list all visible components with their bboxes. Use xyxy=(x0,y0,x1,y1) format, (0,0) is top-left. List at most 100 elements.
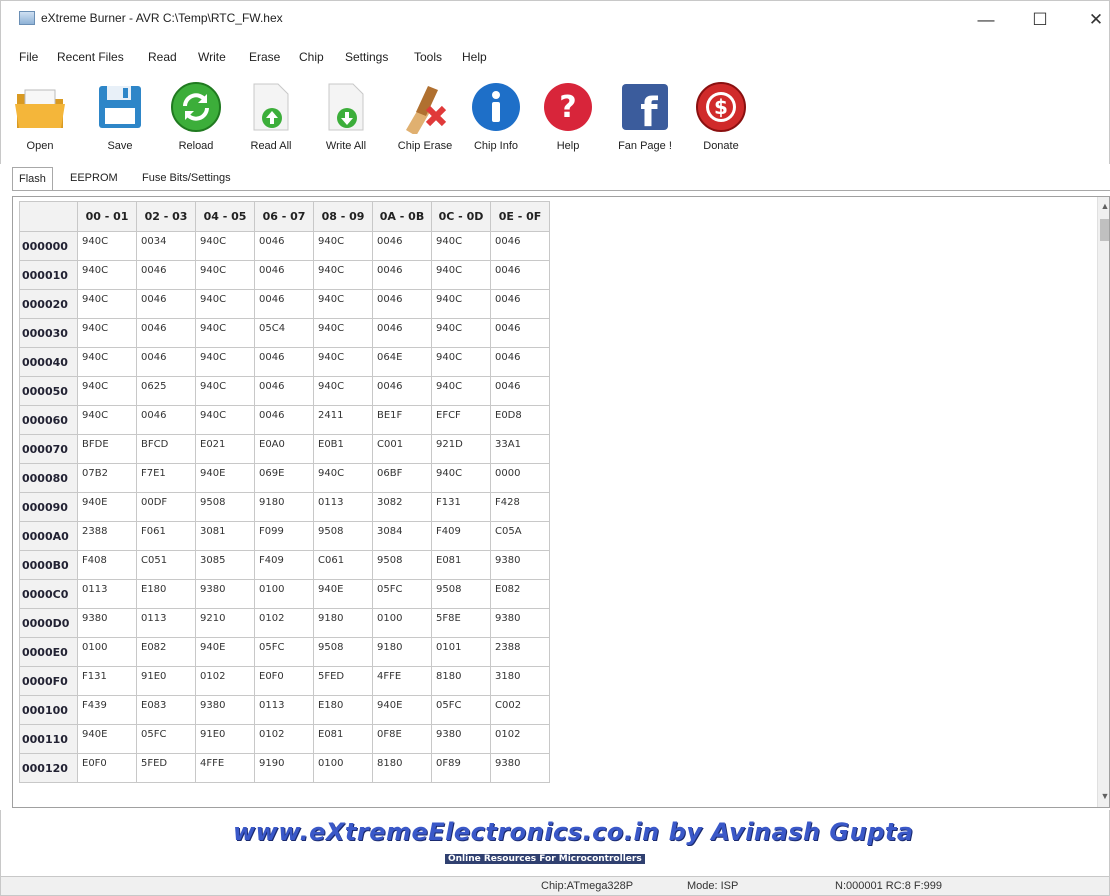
hex-cell[interactable]: 0100 xyxy=(313,753,373,783)
hex-cell[interactable]: 940C xyxy=(431,376,491,406)
menu-write[interactable]: Write xyxy=(198,50,226,64)
hex-cell[interactable]: E082 xyxy=(490,579,550,609)
maximize-button[interactable]: ☐ xyxy=(1017,7,1063,33)
hex-cell[interactable]: 940C xyxy=(77,405,137,435)
hex-cell[interactable]: 9508 xyxy=(372,550,432,580)
hex-cell[interactable]: 05C4 xyxy=(254,318,314,348)
hex-cell[interactable]: 940C xyxy=(195,260,255,290)
hex-cell[interactable]: F131 xyxy=(431,492,491,522)
hex-cell[interactable]: 3180 xyxy=(490,666,550,696)
hex-cell[interactable]: E082 xyxy=(136,637,196,667)
hex-cell[interactable]: 940C xyxy=(313,376,373,406)
hex-cell[interactable]: 9180 xyxy=(254,492,314,522)
hex-cell[interactable]: BFDE xyxy=(77,434,137,464)
hex-grid[interactable]: 00 - 01 02 - 03 04 - 05 06 - 07 08 - 09 0A - … xyxy=(19,201,550,783)
hex-cell[interactable]: F099 xyxy=(254,521,314,551)
hex-cell[interactable]: 3082 xyxy=(372,492,432,522)
menu-recent-files[interactable]: Recent Files xyxy=(57,50,124,64)
hex-cell[interactable]: 0046 xyxy=(254,405,314,435)
hex-cell[interactable]: 9508 xyxy=(313,521,373,551)
hex-cell[interactable]: 0102 xyxy=(254,608,314,638)
hex-cell[interactable]: 06BF xyxy=(372,463,432,493)
hex-cell[interactable]: 00DF xyxy=(136,492,196,522)
hex-cell[interactable]: BFCD xyxy=(136,434,196,464)
menu-chip[interactable]: Chip xyxy=(299,50,324,64)
hex-cell[interactable]: 4FFE xyxy=(372,666,432,696)
hex-cell[interactable]: 940C xyxy=(77,231,137,261)
hex-cell[interactable]: F7E1 xyxy=(136,463,196,493)
hex-cell[interactable]: 0F8E xyxy=(372,724,432,754)
hex-cell[interactable]: 07B2 xyxy=(77,463,137,493)
hex-cell[interactable]: 9380 xyxy=(195,579,255,609)
read-all-button[interactable]: Read All xyxy=(243,76,299,160)
hex-cell[interactable]: 9380 xyxy=(195,695,255,725)
hex-cell[interactable]: E180 xyxy=(313,695,373,725)
menu-tools[interactable]: Tools xyxy=(414,50,442,64)
hex-cell[interactable]: 0113 xyxy=(313,492,373,522)
hex-cell[interactable]: 33A1 xyxy=(490,434,550,464)
hex-cell[interactable]: 940C xyxy=(195,318,255,348)
help-button[interactable]: ? Help xyxy=(539,76,597,160)
hex-cell[interactable]: 9508 xyxy=(313,637,373,667)
hex-cell[interactable]: 9508 xyxy=(195,492,255,522)
hex-cell[interactable]: 0046 xyxy=(490,318,550,348)
hex-cell[interactable]: 064E xyxy=(372,347,432,377)
hex-cell[interactable]: 9380 xyxy=(490,608,550,638)
hex-cell[interactable]: 0102 xyxy=(490,724,550,754)
hex-cell[interactable]: 940C xyxy=(77,347,137,377)
hex-cell[interactable]: 91E0 xyxy=(136,666,196,696)
hex-cell[interactable]: 940E xyxy=(372,695,432,725)
vertical-scrollbar[interactable]: ▲ ▼ xyxy=(1097,197,1109,807)
hex-cell[interactable]: 0046 xyxy=(490,347,550,377)
hex-cell[interactable]: 0113 xyxy=(254,695,314,725)
hex-cell[interactable]: 0102 xyxy=(254,724,314,754)
hex-cell[interactable]: 91E0 xyxy=(195,724,255,754)
hex-cell[interactable]: 0046 xyxy=(254,260,314,290)
hex-cell[interactable]: 0046 xyxy=(490,231,550,261)
hex-cell[interactable]: 0100 xyxy=(372,608,432,638)
hex-cell[interactable]: 8180 xyxy=(431,666,491,696)
hex-cell[interactable]: 9180 xyxy=(313,608,373,638)
hex-cell[interactable]: 940C xyxy=(313,463,373,493)
hex-cell[interactable]: 940C xyxy=(195,347,255,377)
hex-cell[interactable]: 3084 xyxy=(372,521,432,551)
hex-cell[interactable]: 0046 xyxy=(490,376,550,406)
hex-cell[interactable]: 2388 xyxy=(490,637,550,667)
donate-button[interactable]: $ Donate xyxy=(691,76,751,160)
hex-cell[interactable]: 940E xyxy=(313,579,373,609)
close-button[interactable]: ✕ xyxy=(1073,7,1110,33)
hex-cell[interactable]: 940C xyxy=(431,318,491,348)
hex-cell[interactable]: 3085 xyxy=(195,550,255,580)
hex-cell[interactable]: 940E xyxy=(195,637,255,667)
hex-cell[interactable]: 9380 xyxy=(490,550,550,580)
hex-cell[interactable]: 2388 xyxy=(77,521,137,551)
hex-cell[interactable]: 0046 xyxy=(490,260,550,290)
hex-cell[interactable]: 940C xyxy=(195,405,255,435)
hex-cell[interactable]: 0046 xyxy=(254,376,314,406)
hex-cell[interactable]: 0046 xyxy=(136,347,196,377)
hex-cell[interactable]: E0F0 xyxy=(254,666,314,696)
hex-cell[interactable]: 940C xyxy=(195,231,255,261)
hex-cell[interactable]: C001 xyxy=(372,434,432,464)
hex-cell[interactable]: 940C xyxy=(431,260,491,290)
open-button[interactable]: Open xyxy=(9,76,71,160)
hex-cell[interactable]: EFCF xyxy=(431,405,491,435)
hex-cell[interactable]: 05FC xyxy=(372,579,432,609)
hex-cell[interactable]: C051 xyxy=(136,550,196,580)
hex-cell[interactable]: E0A0 xyxy=(254,434,314,464)
hex-cell[interactable]: 9180 xyxy=(372,637,432,667)
hex-cell[interactable]: 0102 xyxy=(195,666,255,696)
hex-cell[interactable]: 940C xyxy=(195,289,255,319)
reload-button[interactable]: Reload xyxy=(163,76,229,160)
hex-cell[interactable]: 940E xyxy=(77,492,137,522)
write-all-button[interactable]: Write All xyxy=(317,76,375,160)
hex-cell[interactable]: 9380 xyxy=(431,724,491,754)
hex-cell[interactable]: 940C xyxy=(77,260,137,290)
hex-cell[interactable]: 05FC xyxy=(431,695,491,725)
hex-cell[interactable]: 940E xyxy=(195,463,255,493)
hex-cell[interactable]: 940C xyxy=(313,347,373,377)
hex-cell[interactable]: 9380 xyxy=(77,608,137,638)
hex-cell[interactable]: 0046 xyxy=(136,318,196,348)
hex-cell[interactable]: C05A xyxy=(490,521,550,551)
hex-cell[interactable]: 05FC xyxy=(254,637,314,667)
